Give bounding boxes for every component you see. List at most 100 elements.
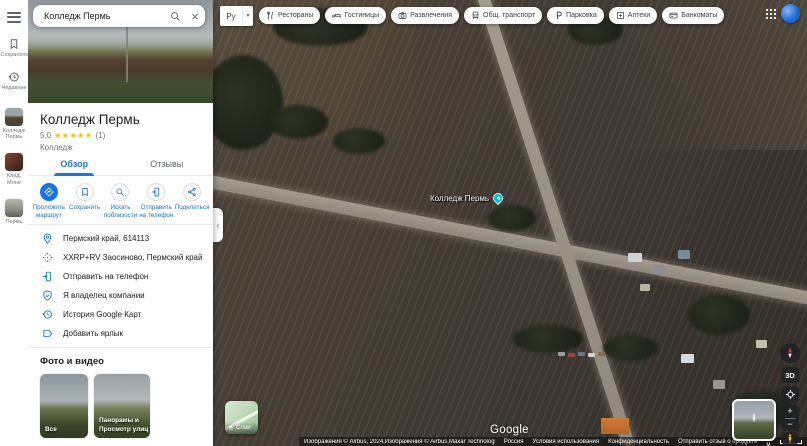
my-location-button[interactable] [781, 386, 799, 402]
vehicle [578, 352, 585, 356]
photo-card-streetview[interactable]: Панорамы и Просмотр улиц [94, 374, 150, 439]
pegman-control[interactable] [782, 432, 798, 445]
tree-cluster [488, 205, 536, 231]
panel-tabs: Обзор Отзывы [28, 159, 213, 176]
poi-label: Колледж Пермь [430, 193, 490, 203]
detail-text: Отправить на телефон [63, 272, 149, 282]
restaurant-icon [267, 11, 273, 20]
send-to-phone-button[interactable]: Отправить на телефон [138, 183, 174, 219]
photos-section: Фото и видео Все Панорамы и Просмотр ули… [28, 348, 213, 446]
minus-icon: − [787, 419, 793, 430]
search-button[interactable] [165, 11, 185, 22]
clear-search-button[interactable]: × [185, 10, 205, 23]
zoom-control: + − [781, 405, 799, 431]
rail-item-recents[interactable]: Недавние [1, 71, 28, 91]
account-avatar[interactable] [781, 4, 800, 23]
recent-place-2[interactable]: Клад. Моне [1, 153, 28, 186]
chip-label: Аптеки [627, 12, 651, 19]
detail-add-label[interactable]: Добавить ярлык [28, 324, 213, 343]
language-label: Ру [226, 11, 236, 21]
parking-icon [557, 11, 562, 19]
detail-text: XXRP+RV Заосиново, Пермский край [63, 253, 203, 263]
send-to-phone-icon [43, 271, 51, 282]
rail-item-saved[interactable]: Сохранено [1, 38, 29, 58]
footer-link-privacy[interactable]: Конфиденциальность [608, 439, 669, 445]
place-panel: Колледж Пермь 5,0 ★★★★★ (1) Колледж Обзо… [28, 0, 213, 446]
chip-transit[interactable]: Общ. транспорт [464, 7, 543, 24]
directions-icon [44, 187, 54, 197]
main-menu-button[interactable] [7, 9, 21, 25]
bookmark-icon [10, 39, 18, 50]
history-icon [8, 72, 19, 82]
detail-maps-history[interactable]: История Google Карт [28, 305, 213, 324]
photos-heading: Фото и видео [40, 356, 104, 368]
chevron-left-icon: ‹ [216, 220, 220, 230]
map-canvas[interactable]: Колледж Пермь Ру ▼ Рестораны Гостиницы Р… [213, 0, 807, 446]
chevron-down-icon[interactable]: ▼ [242, 6, 253, 26]
rail-item-label: Недавние [1, 85, 27, 92]
layers-button[interactable]: Слои [225, 401, 258, 434]
chips-row: Рестораны Гостиницы Развлечения Общ. тра… [259, 7, 725, 24]
recent-place-perm[interactable]: Пермь [1, 198, 28, 225]
hamburger-icon [7, 20, 21, 23]
language-selector[interactable]: Ру ▼ [220, 6, 253, 26]
building [681, 354, 694, 363]
chip-entertainment[interactable]: Развлечения [391, 7, 459, 24]
toggle-3d-button[interactable]: 3D [781, 367, 799, 383]
action-label: Поделиться [174, 204, 210, 211]
star-rating-icons: ★★★★★ [54, 131, 93, 140]
recent-place-college-perm[interactable]: Колледж Пермь [1, 107, 28, 141]
category-chips-bar: Ру ▼ Рестораны Гостиницы Развлечения Общ… [220, 6, 725, 26]
detail-claim-business[interactable]: Я владелец компании [28, 286, 213, 305]
tab-overview[interactable]: Обзор [28, 159, 121, 175]
poi-marker-college-perm[interactable]: Колледж Пермь [430, 190, 506, 206]
hamburger-icon [7, 11, 21, 14]
footer-link-region[interactable]: Россия [504, 439, 524, 445]
chip-pharmacies[interactable]: Аптеки [608, 7, 658, 24]
review-count[interactable]: (1) [95, 131, 105, 140]
tree-cluster [333, 128, 385, 154]
map-attribution-bar: Изображения © Airbus, 2024,Изображения ©… [299, 436, 807, 446]
detail-address[interactable]: Пермский край, 614113 [28, 229, 213, 248]
compass-control[interactable] [780, 343, 800, 363]
building [713, 380, 725, 389]
vehicle [568, 353, 575, 357]
chip-label: Банкоматы [681, 12, 718, 19]
photo-card-all[interactable]: Все [40, 374, 88, 439]
directions-button[interactable]: Проложить маршрут [31, 183, 67, 219]
share-button[interactable]: Поделиться [174, 183, 210, 219]
chip-atms[interactable]: Банкоматы [662, 7, 725, 24]
save-button[interactable]: Сохранить [67, 183, 103, 219]
rating-row[interactable]: 5,0 ★★★★★ (1) [40, 131, 201, 140]
chip-parking[interactable]: Парковка [547, 7, 604, 24]
layers-icon [228, 425, 234, 431]
pharmacy-icon [616, 11, 624, 20]
chip-restaurants[interactable]: Рестораны [259, 7, 321, 24]
street-view-preview[interactable] [732, 399, 776, 441]
detail-send-to-phone[interactable]: Отправить на телефон [28, 267, 213, 286]
share-icon [188, 187, 196, 197]
zoom-in-button[interactable]: + [781, 405, 799, 418]
vehicle [588, 353, 595, 357]
app-rail: Сохранено Недавние Колледж Пермь Клад. М… [0, 0, 29, 446]
chip-label: Общ. транспорт [483, 12, 536, 19]
tab-reviews[interactable]: Отзывы [121, 159, 214, 175]
google-apps-grid-icon[interactable] [765, 8, 777, 20]
detail-plus-code[interactable]: XXRP+RV Заосиново, Пермский край [28, 248, 213, 267]
search-nearby-icon [116, 188, 125, 196]
pegman-mini-icon [752, 414, 756, 422]
building [678, 250, 690, 259]
chip-hotels[interactable]: Гостиницы [325, 7, 387, 24]
search-nearby-button[interactable]: Искать поблизости [103, 183, 139, 219]
zoom-out-button[interactable]: − [781, 419, 799, 432]
footer-link-terms[interactable]: Условия использования [533, 439, 600, 445]
collapse-panel-button[interactable]: ‹ [213, 208, 223, 242]
label-tag-icon [43, 329, 53, 338]
search-input[interactable] [33, 11, 165, 21]
pegman-icon [788, 434, 792, 443]
photo-card-label: Все [45, 425, 57, 433]
send-to-phone-icon [152, 187, 160, 197]
place-pin-icon [491, 190, 506, 206]
camera-icon [398, 12, 407, 19]
action-buttons-row: Проложить маршрут Сохранить Искать побли… [28, 176, 213, 224]
